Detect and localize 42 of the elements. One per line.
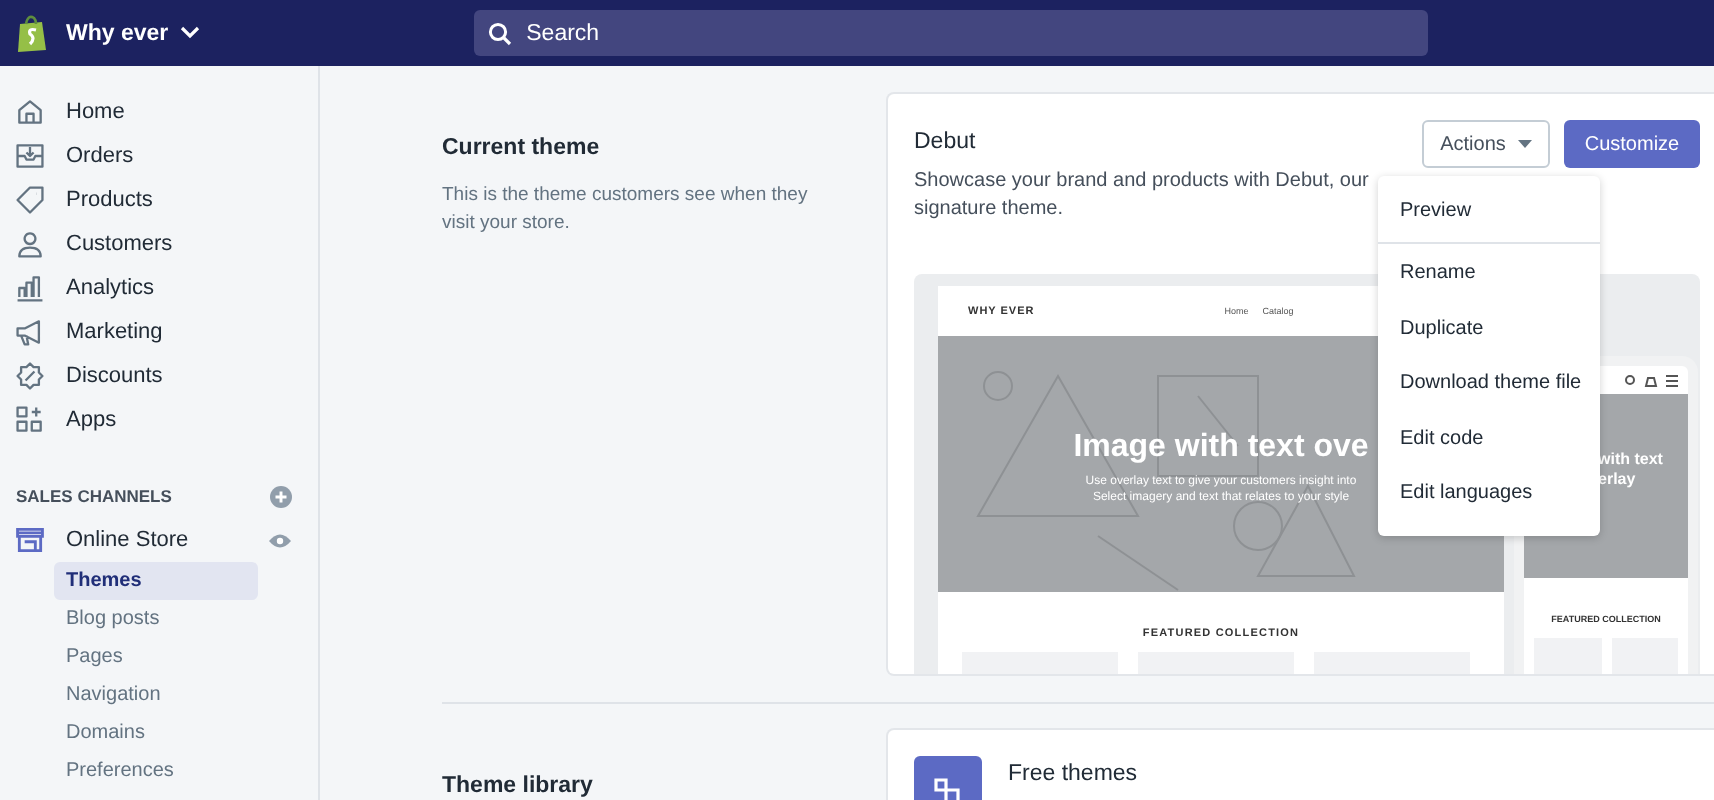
nav-item[interactable]: Marketing <box>0 310 318 354</box>
nav-label: Discounts <box>66 364 163 388</box>
nav-item[interactable]: Home <box>0 90 318 134</box>
nav-label: Marketing <box>66 320 163 344</box>
sub-nav-item[interactable]: Pages <box>54 638 258 676</box>
mobile-hero-title: with text <box>1598 450 1665 470</box>
customize-button[interactable]: Customize <box>1564 120 1700 168</box>
mobile-hero-title: erlay <box>1598 470 1638 490</box>
nav-label: Products <box>66 188 153 212</box>
nav-item[interactable]: Apps <box>0 398 318 442</box>
menu-item[interactable]: Edit code <box>1378 411 1600 466</box>
nav-label: Apps <box>66 408 117 432</box>
menu-item[interactable]: Edit languages <box>1378 466 1600 521</box>
sub-nav-item[interactable]: Blog posts <box>54 600 258 638</box>
search-field[interactable]: Search <box>474 10 1429 56</box>
nav-item[interactable]: Customers <box>0 222 318 266</box>
menu-item[interactable]: Download theme file <box>1378 356 1600 411</box>
sub-nav-item[interactable]: Preferences <box>54 752 258 790</box>
store-switcher[interactable]: Why ever <box>66 21 201 45</box>
sub-nav-item[interactable]: Navigation <box>54 676 258 714</box>
menu-item[interactable]: Duplicate <box>1378 301 1600 356</box>
section-description: This is the theme customers see when they visit your store. <box>442 182 810 238</box>
theme-description: Showcase your brand and products with Debut, our signature theme. <box>914 168 1371 224</box>
sub-nav-item[interactable]: Domains <box>54 714 258 752</box>
nav-item[interactable]: Products <box>0 178 318 222</box>
nav-item[interactable]: Analytics <box>0 266 318 310</box>
section-heading: SALES CHANNELS <box>16 486 172 506</box>
nav-label: Customers <box>66 232 173 256</box>
nav-label: Home <box>66 100 125 124</box>
nav-label: Orders <box>66 144 134 168</box>
section-title: Theme library <box>442 774 595 798</box>
section-title: Current theme <box>442 136 602 160</box>
theme-name: Debut <box>914 130 978 154</box>
hero-title: Image with text ove <box>1073 430 1369 466</box>
nav-label: Analytics <box>66 276 155 300</box>
nav-item[interactable]: Orders <box>0 134 318 178</box>
nav-item[interactable]: Online Store <box>66 528 189 552</box>
nav-item[interactable]: Discounts <box>0 354 318 398</box>
menu-item[interactable]: Rename <box>1378 246 1600 301</box>
sub-nav-item[interactable]: Themes <box>54 562 258 600</box>
card-title: Free themes <box>1008 762 1138 786</box>
actions-button[interactable]: Actions <box>1422 120 1550 168</box>
